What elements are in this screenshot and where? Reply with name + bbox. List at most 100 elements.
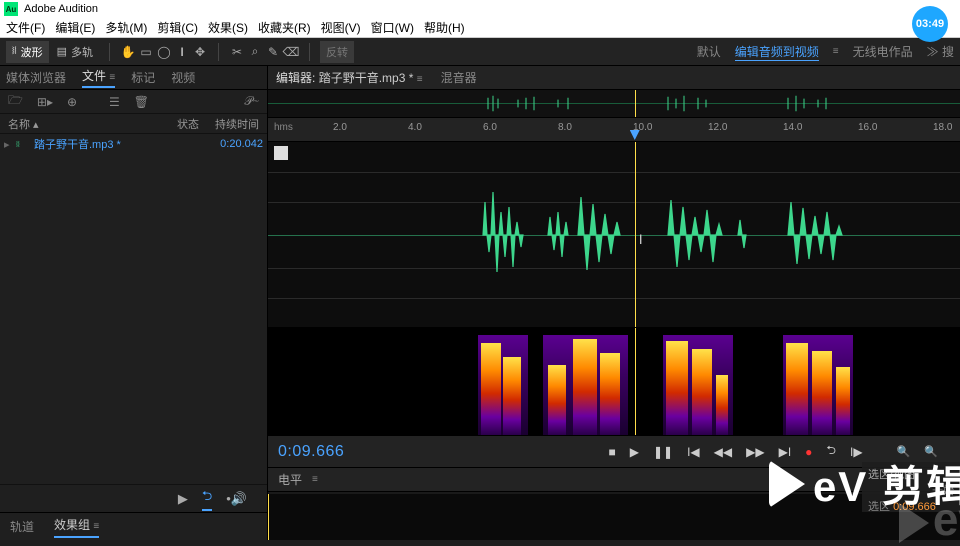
menu-effects[interactable]: 效果(S) — [208, 19, 248, 36]
workspace-radio[interactable]: 无线电作品 — [853, 43, 913, 60]
mode-multitrack-label: 多轨 — [71, 44, 93, 60]
brush-tool-icon[interactable]: ✎ — [265, 44, 281, 60]
menu-multitrack[interactable]: 多轨(M) — [105, 19, 147, 36]
file-duration: 0:20.042 — [203, 138, 263, 150]
ruler-tick: 16.0 — [858, 122, 877, 133]
selection-value: 0:09.666 — [893, 501, 936, 513]
menu-bar: 文件(F) 编辑(E) 多轨(M) 剪辑(C) 效果(S) 收藏夹(R) 视图(… — [0, 18, 960, 38]
marquee-tool-icon[interactable]: ▭ — [138, 44, 154, 60]
import-icon[interactable]: ⊕ — [67, 95, 77, 109]
ruler-tick: 8.0 — [558, 122, 572, 133]
pause-button-icon[interactable]: ❚❚ — [653, 445, 673, 459]
tab-editor[interactable]: 编辑器: 踏子野干音.mp3 * ≡ — [276, 69, 423, 86]
menu-edit[interactable]: 编辑(E) — [55, 19, 95, 36]
level-label: 电平 — [278, 471, 302, 488]
mode-waveform-button[interactable]: ⧘⧙ 波形 — [6, 41, 49, 63]
ruler-tick: 2.0 — [333, 122, 347, 133]
multitrack-icon: ▤ — [57, 45, 67, 58]
tab-track[interactable]: 轨道 — [10, 518, 34, 535]
waveform-display[interactable]: I — [268, 142, 960, 328]
stamp-tool-icon[interactable]: ⌫ — [283, 44, 299, 60]
workspace-search[interactable]: ≫ 搜 — [927, 43, 954, 60]
waveform-icon: ⧘⧙ — [12, 45, 17, 58]
editor-panel: 编辑器: 踏子野干音.mp3 * ≡ 混音器 h — [268, 66, 960, 540]
rewind-icon[interactable]: ◀◀ — [714, 445, 732, 459]
workspace-edit-av[interactable]: 编辑音频到视频 — [735, 43, 819, 61]
time-select-tool-icon[interactable]: I — [174, 44, 190, 60]
level-menu-icon[interactable]: ≡ — [312, 474, 318, 485]
goto-end-icon[interactable]: ▶I — [779, 445, 792, 459]
playhead-marker[interactable] — [630, 130, 640, 140]
left-panel: 媒体浏览器 文件 ≡ 标记 视频 🗁 ⊞▸ ⊕ ☰ 🗑 𝒫⁓ 名称 ▴ 状态 持… — [0, 66, 268, 540]
menu-view[interactable]: 视图(V) — [321, 19, 361, 36]
menu-window[interactable]: 窗口(W) — [371, 19, 414, 36]
forward-icon[interactable]: ▶▶ — [746, 445, 764, 459]
preview-autoplay-icon[interactable]: •🔊 — [226, 491, 247, 507]
level-panel-header: 电平 ≡ — [268, 468, 960, 492]
spectrogram-display[interactable] — [268, 328, 960, 436]
zoom-out-icon[interactable]: 🔍 — [924, 445, 938, 458]
expand-icon[interactable]: ▸ — [4, 138, 16, 151]
col-duration[interactable]: 持续时间 — [199, 116, 259, 132]
ruler-tick: 6.0 — [483, 122, 497, 133]
goto-start-icon[interactable]: I◀ — [687, 445, 700, 459]
panel-menu-icon[interactable]: ≡ — [833, 46, 839, 57]
col-name[interactable]: 名称 ▴ — [8, 116, 155, 132]
timecode-display[interactable]: 0:09.666 — [278, 443, 344, 461]
tab-effects-rack[interactable]: 效果组 ≡ — [54, 516, 99, 538]
menu-clip[interactable]: 剪辑(C) — [157, 19, 198, 36]
skip-selection-icon[interactable]: I▶ — [850, 445, 863, 459]
preview-controls: ▶ ⮌ •🔊 — [0, 484, 267, 512]
zoom-in-icon[interactable]: 🔍 — [897, 445, 911, 458]
preview-loop-icon[interactable]: ⮌ — [202, 487, 212, 511]
tab-mixer[interactable]: 混音器 — [441, 69, 477, 86]
hand-tool-icon[interactable]: ✋ — [120, 44, 136, 60]
ruler-tick: 14.0 — [783, 122, 802, 133]
stop-button-icon[interactable]: ■ — [609, 445, 616, 459]
ibeam-cursor-icon: I — [639, 231, 643, 247]
lasso-tool-icon[interactable]: ◯ — [156, 44, 172, 60]
new-file-icon[interactable]: ⊞▸ — [37, 95, 53, 109]
left-panel-tabs: 媒体浏览器 文件 ≡ 标记 视频 — [0, 66, 267, 90]
preview-play-icon[interactable]: ▶ — [178, 491, 188, 507]
tab-media-browser[interactable]: 媒体浏览器 — [6, 69, 66, 86]
open-folder-icon[interactable]: 🗁 — [8, 91, 23, 112]
delete-icon[interactable]: 🗑 — [134, 95, 149, 109]
toolbar: ⧘⧙ 波形 ▤ 多轨 ✋ ▭ ◯ I ✥ ✂ ⌕ ✎ ⌫ 反转 默认 编辑音频到… — [0, 38, 960, 66]
file-row[interactable]: ▸ ⧙⧘ 踏子野干音.mp3 * 0:20.042 — [0, 134, 267, 154]
files-list-header: 名称 ▴ 状态 持续时间 — [0, 114, 267, 134]
loop-button-icon[interactable]: ⮌ — [826, 441, 836, 462]
transport-bar: 0:09.666 ■ ▶ ❚❚ I◀ ◀◀ ▶▶ ▶I ● ⮌ I▶ 🔍 🔍 — [268, 436, 960, 468]
menu-file[interactable]: 文件(F) — [6, 19, 45, 36]
heal-tool-icon[interactable]: ⌕ — [247, 44, 263, 60]
invert-button[interactable]: 反转 — [320, 41, 354, 63]
tab-video[interactable]: 视频 — [171, 69, 195, 86]
recording-clock-badge: 03:49 — [912, 6, 948, 42]
level-meter[interactable] — [268, 494, 960, 540]
list-view-icon[interactable]: ☰ — [109, 95, 120, 109]
title-bar: Au Adobe Audition — [0, 0, 960, 18]
editor-tabs: 编辑器: 踏子野干音.mp3 * ≡ 混音器 — [268, 66, 960, 90]
overview-waveform[interactable] — [268, 90, 960, 118]
col-status[interactable]: 状态 — [155, 116, 199, 132]
razor-tool-icon[interactable]: ✂ — [229, 44, 245, 60]
menu-help[interactable]: 帮助(H) — [424, 19, 465, 36]
play-button-icon[interactable]: ▶ — [630, 445, 639, 459]
selection-label: 选区 — [868, 501, 890, 513]
menu-favorites[interactable]: 收藏夹(R) — [258, 19, 311, 36]
mode-multitrack-button[interactable]: ▤ 多轨 — [51, 41, 99, 63]
tab-markers[interactable]: 标记 — [131, 69, 155, 86]
workspace-default[interactable]: 默认 — [697, 43, 721, 60]
move-tool-icon[interactable]: ✥ — [192, 44, 208, 60]
timeline-ruler[interactable]: hms 2.0 4.0 6.0 8.0 10.0 12.0 14.0 16.0 … — [268, 118, 960, 142]
record-button-icon[interactable]: ● — [805, 445, 812, 459]
ruler-unit-label: hms — [268, 118, 299, 141]
app-title: Adobe Audition — [24, 3, 98, 15]
mode-waveform-label: 波形 — [21, 44, 43, 60]
ruler-tick: 12.0 — [708, 122, 727, 133]
search-icon[interactable]: 𝒫⁓ — [244, 94, 259, 109]
audio-file-icon: ⧙⧘ — [16, 139, 34, 150]
tab-files[interactable]: 文件 ≡ — [82, 67, 115, 88]
ruler-tick: 4.0 — [408, 122, 422, 133]
app-logo: Au — [4, 2, 18, 16]
